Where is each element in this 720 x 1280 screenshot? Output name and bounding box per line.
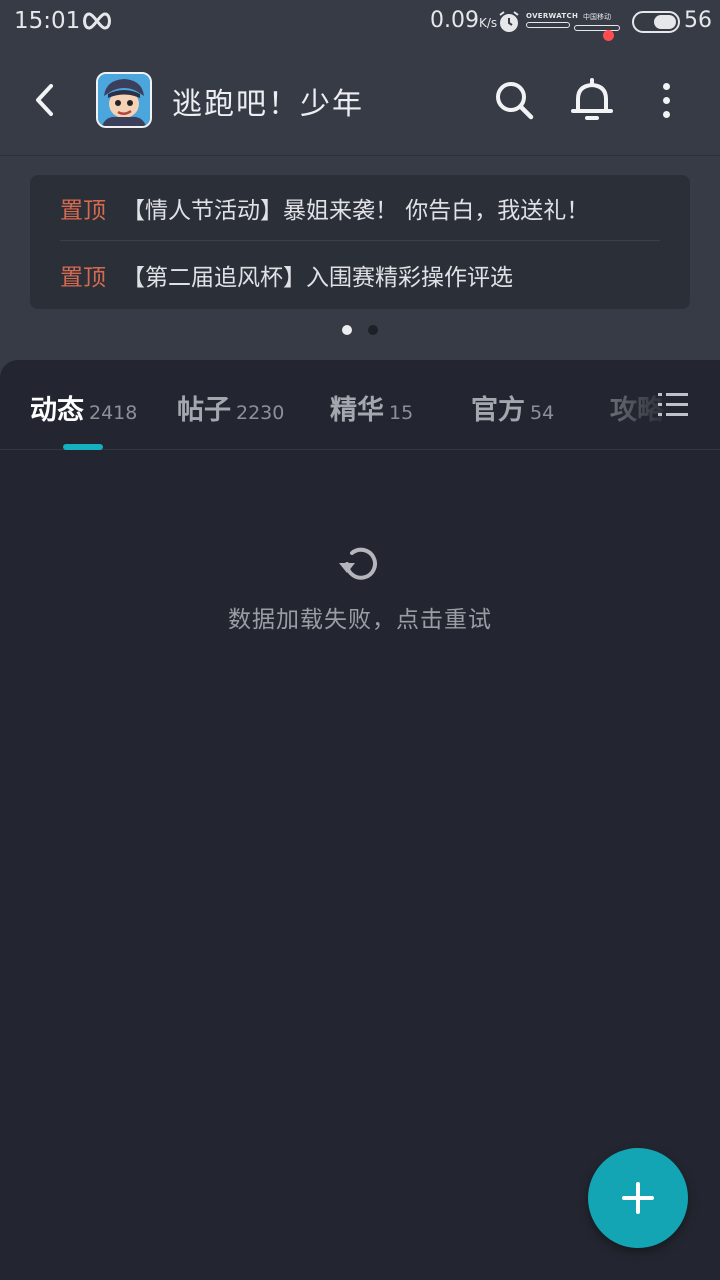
tab-official[interactable]: 官方 54 xyxy=(471,388,554,427)
app-header: 逃跑吧！少年 xyxy=(0,46,720,156)
dot-icon xyxy=(662,82,670,90)
net-speed-value: 0.09 xyxy=(430,8,479,33)
load-error-message[interactable]: 数据加载失败，点击重试 xyxy=(0,600,720,634)
overwatch-status-icon: OVERWATCH xyxy=(526,12,579,32)
alarm-icon xyxy=(499,11,519,32)
carrier-label: 中国移动 xyxy=(583,13,611,21)
chevron-left-icon xyxy=(36,84,53,116)
signal-icon: 中国移动 xyxy=(574,12,620,32)
page-title: 逃跑吧！少年 xyxy=(172,87,364,122)
battery-icon xyxy=(632,11,680,33)
overwatch-bar xyxy=(526,22,570,28)
tab-fade-overlay xyxy=(560,360,720,449)
notification-button[interactable] xyxy=(566,74,618,126)
back-button[interactable] xyxy=(22,74,66,126)
infinity-icon xyxy=(83,12,111,30)
refresh-icon[interactable] xyxy=(334,542,386,586)
tab-count: 2230 xyxy=(236,402,285,424)
active-tab-indicator xyxy=(63,444,103,450)
tab-menu-button[interactable] xyxy=(656,388,692,422)
pinned-item[interactable]: 置顶 【第二届追风杯】入围赛精彩操作评选 xyxy=(60,242,660,308)
game-avatar[interactable] xyxy=(96,72,152,128)
pinned-title: 【情人节活动】暴姐来袭！ 你告白，我送礼！ xyxy=(122,197,590,224)
tab-count: 15 xyxy=(389,402,414,424)
create-post-button[interactable] xyxy=(588,1148,688,1248)
tab-featured[interactable]: 精华 15 xyxy=(330,388,413,427)
tab-label: 帖子 xyxy=(177,395,231,426)
notification-dot xyxy=(603,30,614,41)
plus-icon xyxy=(622,1182,654,1214)
battery-level: 56 xyxy=(684,8,712,33)
pinned-tag: 置顶 xyxy=(60,265,106,291)
content-panel: 动态 2418 帖子 2230 精华 15 官方 54 攻略 xyxy=(0,360,720,1280)
pager-indicator xyxy=(0,325,720,335)
pinned-announcements: 置顶 【情人节活动】暴姐来袭！ 你告白，我送礼！ 置顶 【第二届追风杯】入围赛精… xyxy=(30,175,690,309)
tab-count: 2418 xyxy=(89,402,138,424)
dot-icon xyxy=(662,96,670,104)
tab-label: 精华 xyxy=(330,395,384,426)
list-icon xyxy=(658,393,688,416)
pager-dot-active xyxy=(342,325,352,335)
overwatch-label: OVERWATCH xyxy=(526,12,579,20)
tab-label: 动态 xyxy=(30,395,84,426)
net-speed-unit: K/s xyxy=(478,16,498,30)
more-options-button[interactable] xyxy=(650,76,682,124)
game-character-icon xyxy=(98,74,150,126)
battery-fill xyxy=(653,15,676,29)
tab-label: 官方 xyxy=(471,395,525,426)
pager-dot xyxy=(368,325,378,335)
status-time: 15:01 xyxy=(14,8,81,34)
signal-bar xyxy=(574,25,620,31)
status-net-speed: 0.09K/s xyxy=(430,8,497,33)
search-button[interactable] xyxy=(490,76,538,124)
tab-bar: 动态 2418 帖子 2230 精华 15 官方 54 攻略 xyxy=(0,360,720,450)
search-icon xyxy=(496,82,534,120)
tab-feed[interactable]: 动态 2418 xyxy=(30,388,137,427)
bell-icon xyxy=(571,78,613,120)
pinned-item[interactable]: 置顶 【情人节活动】暴姐来袭！ 你告白，我送礼！ xyxy=(60,175,660,241)
pinned-tag: 置顶 xyxy=(60,197,106,224)
pinned-title: 【第二届追风杯】入围赛精彩操作评选 xyxy=(122,265,513,291)
tab-count: 54 xyxy=(530,402,555,424)
tab-posts[interactable]: 帖子 2230 xyxy=(177,388,284,427)
dot-icon xyxy=(662,110,670,118)
